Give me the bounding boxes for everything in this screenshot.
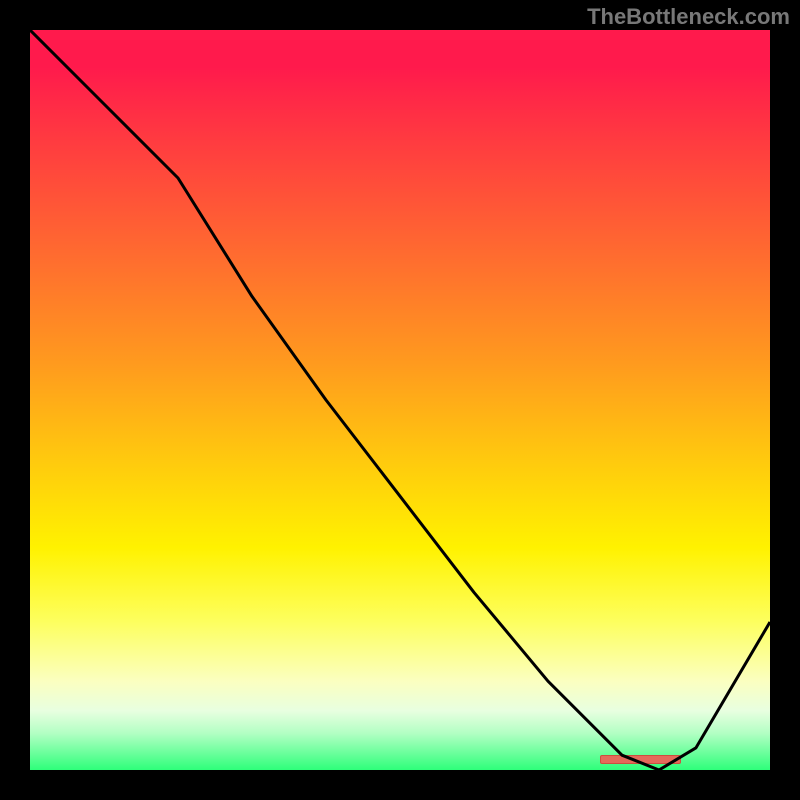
watermark-text: TheBottleneck.com [587,4,790,30]
chart-plot-area [30,30,770,770]
bottleneck-curve [30,30,770,770]
curve-overlay [30,30,770,770]
